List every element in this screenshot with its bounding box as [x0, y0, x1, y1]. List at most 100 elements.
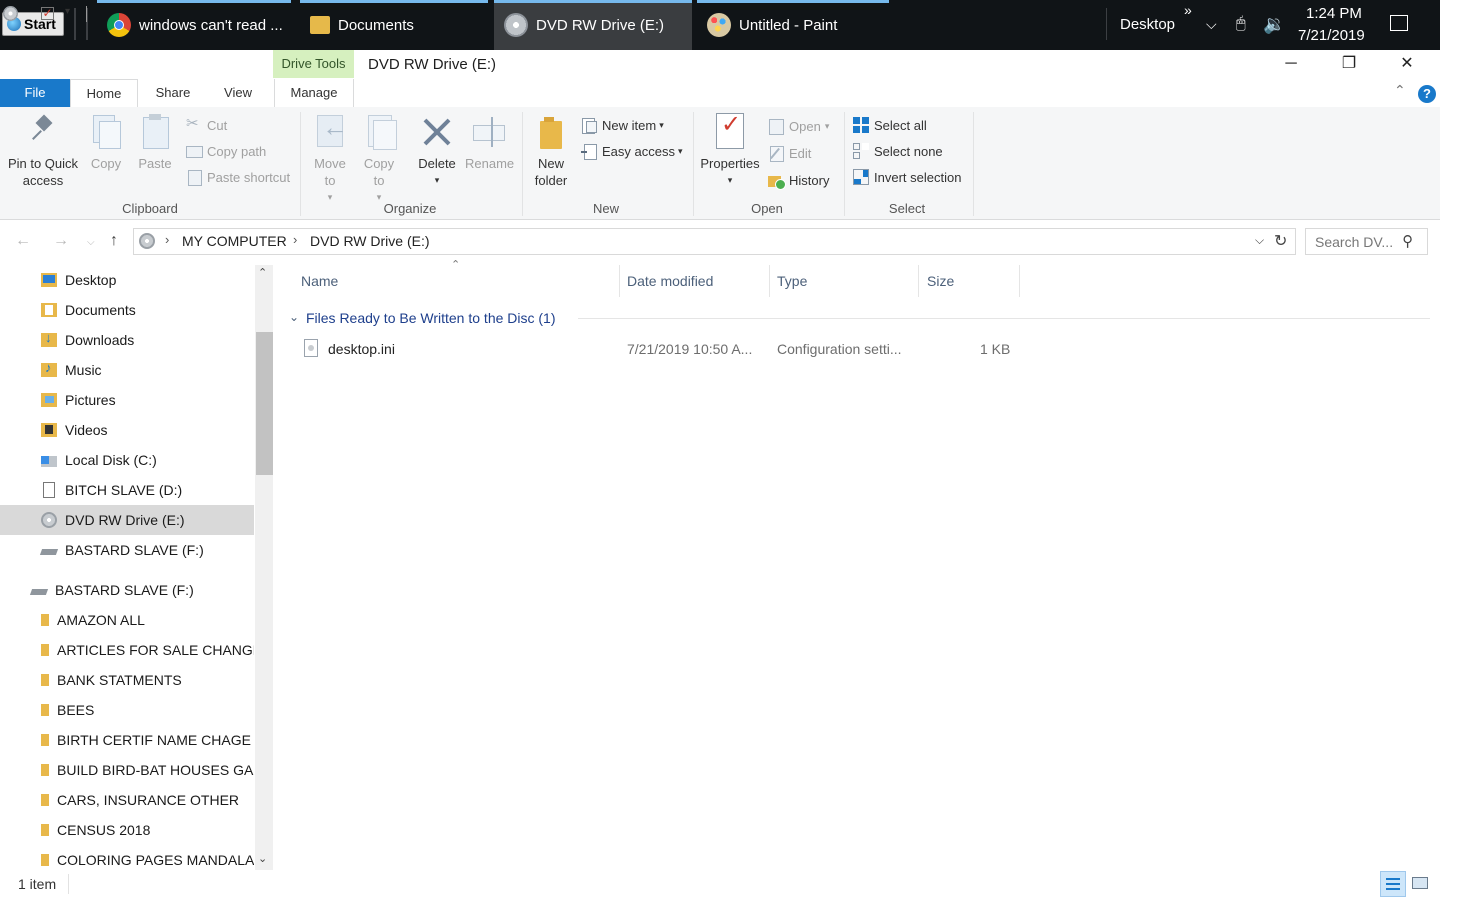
help-icon[interactable]: ? — [1418, 85, 1436, 103]
window-dvd-icon[interactable] — [3, 6, 18, 21]
nav-item-dvd-drive-e[interactable]: DVD RW Drive (E:) — [0, 505, 254, 535]
copy-to-button[interactable]: Copy to ▾ — [358, 113, 400, 206]
tab-home[interactable]: Home — [70, 79, 138, 107]
select-none-button[interactable]: Select none — [853, 140, 943, 162]
taskbar-app-documents[interactable]: Documents — [300, 0, 488, 50]
large-icons-view-icon[interactable] — [1410, 875, 1430, 893]
copy-button[interactable]: Copy — [86, 113, 126, 172]
address-bar[interactable] — [133, 228, 1296, 255]
collapse-ribbon-icon[interactable]: ⌃ — [1394, 82, 1406, 99]
up-arrow-icon[interactable]: ↑ — [110, 232, 118, 250]
nav-item-folder[interactable]: BEES — [0, 695, 254, 725]
paste-button[interactable]: Paste — [135, 113, 175, 172]
edit-button[interactable]: Edit — [768, 142, 811, 164]
recent-locations-chevron-icon[interactable]: ⌵ — [87, 237, 95, 248]
nav-item-music[interactable]: Music — [0, 355, 254, 385]
nav-item-pictures[interactable]: Pictures — [0, 385, 254, 415]
tray-overflow-chevron-icon[interactable]: ⌵ — [1206, 16, 1217, 33]
restore-button[interactable]: ❐ — [1320, 50, 1378, 78]
nav-item-folder[interactable]: AMAZON ALL — [0, 605, 254, 635]
select-none-label: Select none — [874, 143, 943, 159]
move-to-button[interactable]: Move to ▾ — [309, 113, 351, 206]
invert-selection-button[interactable]: Invert selection — [853, 166, 961, 188]
cut-button[interactable]: Cut — [186, 114, 227, 136]
delete-button[interactable]: Delete ▾ — [414, 113, 460, 189]
close-button[interactable]: ✕ — [1378, 50, 1436, 78]
address-history-chevron-icon[interactable]: ⌵ — [1255, 233, 1264, 248]
column-divider[interactable] — [769, 265, 770, 297]
taskbar-app-paint[interactable]: Untitled - Paint — [697, 0, 889, 50]
nav-item-label: Local Disk (C:) — [65, 452, 157, 468]
nav-item-drive-d[interactable]: BITCH SLAVE (D:) — [0, 475, 254, 505]
nav-item-folder[interactable]: COLORING PAGES MANDALA — [0, 845, 254, 870]
nav-item-drive-f[interactable]: BASTARD SLAVE (F:) — [0, 535, 254, 565]
nav-item-folder[interactable]: BIRTH CERTIF NAME CHAGE — [0, 725, 254, 755]
column-header-name[interactable]: Name — [301, 273, 338, 289]
tab-share[interactable]: Share — [144, 79, 202, 107]
properties-button[interactable]: Properties ▾ — [697, 113, 763, 189]
tab-file[interactable]: File — [0, 79, 70, 107]
details-view-icon[interactable] — [1380, 871, 1406, 897]
breadcrumb-my-computer[interactable]: MY COMPUTER — [182, 233, 287, 249]
column-header-date-modified[interactable]: Date modified — [627, 273, 713, 289]
properties-quick-access-icon[interactable]: ✓ — [41, 7, 54, 20]
clock-time[interactable]: 1:24 PM — [1306, 5, 1362, 22]
nav-item-downloads[interactable]: Downloads — [0, 325, 254, 355]
nav-item-label: CENSUS 2018 — [57, 822, 151, 838]
action-center-icon[interactable] — [1390, 15, 1408, 31]
copy-path-button[interactable]: Copy path — [186, 140, 266, 162]
nav-item-folder[interactable]: CARS, INSURANCE OTHER — [0, 785, 254, 815]
minimize-button[interactable]: ─ — [1262, 50, 1320, 78]
tab-manage[interactable]: Manage — [274, 79, 354, 107]
nav-item-documents[interactable]: Documents — [0, 295, 254, 325]
paste-shortcut-button[interactable]: Paste shortcut — [186, 166, 290, 188]
scroll-down-chevron-icon[interactable]: ⌄ — [258, 852, 267, 865]
taskbar-app-dvd-drive[interactable]: DVD RW Drive (E:) — [494, 0, 692, 50]
breadcrumb-chevron-icon[interactable]: › — [165, 232, 169, 247]
dvd-drive-icon — [139, 233, 155, 249]
easy-access-button[interactable]: Easy access ▾ — [581, 140, 683, 162]
toolbar-more-icon[interactable]: » — [1184, 2, 1192, 18]
tab-view[interactable]: View — [212, 79, 264, 107]
quick-access-dropdown-icon[interactable]: ▾ — [65, 6, 70, 17]
rename-button[interactable]: Rename — [465, 113, 514, 172]
nav-item-videos[interactable]: Videos — [0, 415, 254, 445]
group-header[interactable]: Files Ready to Be Written to the Disc (1… — [306, 310, 556, 326]
nav-scrollbar-thumb[interactable] — [256, 332, 273, 475]
new-item-button[interactable]: New item ▾ — [581, 114, 664, 136]
taskbar-app-chrome[interactable]: windows can't read ... — [97, 0, 291, 50]
desktop-toolbar-label[interactable]: Desktop — [1120, 16, 1175, 33]
column-header-type[interactable]: Type — [777, 273, 807, 289]
back-arrow-icon[interactable]: ← — [15, 232, 31, 250]
column-divider[interactable] — [918, 265, 919, 297]
search-icon[interactable]: ⚲ — [1402, 232, 1413, 250]
forward-arrow-icon[interactable]: → — [53, 232, 69, 250]
volume-icon[interactable]: 🔉 — [1263, 14, 1285, 35]
network-icon[interactable]: 🖱 — [1236, 15, 1246, 33]
nav-item-folder[interactable]: ARTICLES FOR SALE CHANGE — [0, 635, 254, 665]
pin-to-quick-access-button[interactable]: Pin to Quick access — [2, 113, 84, 189]
history-button[interactable]: History — [768, 169, 829, 191]
nav-item-desktop[interactable]: Desktop — [0, 265, 254, 295]
nav-item-label: Pictures — [65, 392, 116, 408]
nav-item-local-disk-c[interactable]: Local Disk (C:) — [0, 445, 254, 475]
column-divider[interactable] — [619, 265, 620, 297]
nav-item-drive-f-root[interactable]: BASTARD SLAVE (F:) — [0, 575, 254, 605]
breadcrumb-chevron-icon[interactable]: › — [293, 232, 297, 247]
column-divider[interactable] — [1019, 265, 1020, 297]
refresh-icon[interactable]: ↻ — [1274, 231, 1287, 251]
select-all-button[interactable]: Select all — [853, 114, 927, 136]
group-collapse-chevron-icon[interactable]: ⌄ — [289, 310, 299, 324]
open-button[interactable]: Open ▾ — [768, 115, 829, 137]
scroll-up-chevron-icon[interactable]: ⌃ — [258, 266, 267, 279]
nav-item-folder[interactable]: BUILD BIRD-BAT HOUSES GA — [0, 755, 254, 785]
nav-item-folder[interactable]: BANK STATMENTS — [0, 665, 254, 695]
nav-item-folder[interactable]: CENSUS 2018 — [0, 815, 254, 845]
file-name[interactable]: desktop.ini — [328, 341, 395, 357]
clock-date[interactable]: 7/21/2019 — [1298, 27, 1365, 44]
breadcrumb-dvd-drive[interactable]: DVD RW Drive (E:) — [310, 233, 430, 249]
nav-item-label: BITCH SLAVE (D:) — [65, 482, 183, 498]
new-folder-button[interactable]: New folder — [530, 113, 572, 189]
folder-icon — [41, 614, 49, 626]
column-header-size[interactable]: Size — [927, 273, 954, 289]
